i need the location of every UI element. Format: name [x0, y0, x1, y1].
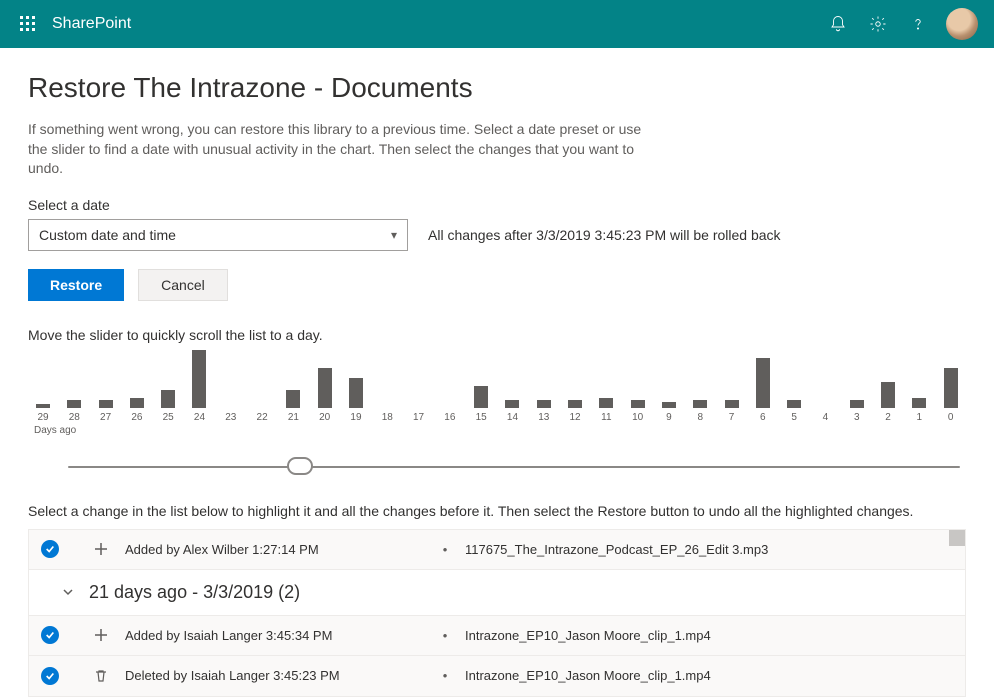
- chart-bar: 13: [535, 400, 553, 423]
- list-item[interactable]: Deleted by Isaiah Langer 3:45:23 PM • In…: [29, 656, 965, 696]
- day-slider[interactable]: [68, 457, 960, 477]
- page-description: If something went wrong, you can restore…: [28, 120, 648, 179]
- chart-bar: 23: [222, 408, 240, 423]
- chart-bar: 0: [942, 368, 960, 423]
- chart-bar: 4: [816, 408, 834, 423]
- chevron-down-icon: ▾: [391, 228, 397, 242]
- rollback-message: All changes after 3/3/2019 3:45:23 PM wi…: [428, 227, 781, 243]
- group-title: 21 days ago - 3/3/2019 (2): [89, 582, 965, 603]
- brand-label: SharePoint: [52, 15, 131, 33]
- chart-bar: 28: [65, 400, 83, 423]
- chart-bar: 18: [378, 408, 396, 423]
- help-icon[interactable]: [898, 4, 938, 44]
- chart-bar: 21: [284, 390, 302, 423]
- chart-bar: 20: [316, 368, 334, 423]
- row-action-text: Deleted by Isaiah Langer 3:45:23 PM: [125, 668, 425, 683]
- bullet-icon: •: [425, 542, 465, 557]
- chart-bar: 7: [723, 400, 741, 423]
- chart-bar: 10: [629, 400, 647, 423]
- restore-button[interactable]: Restore: [28, 269, 124, 301]
- settings-icon[interactable]: [858, 4, 898, 44]
- chart-bar: 2: [879, 382, 897, 423]
- chart-bar: 8: [691, 400, 709, 423]
- delete-icon: [77, 669, 125, 683]
- bullet-icon: •: [425, 668, 465, 683]
- change-list: Added by Alex Wilber 1:27:14 PM • 117675…: [28, 529, 966, 697]
- chart-bar: 9: [660, 402, 678, 423]
- app-launcher-icon[interactable]: [8, 4, 48, 44]
- chart-bar: 29: [34, 404, 52, 423]
- top-bar: SharePoint: [0, 0, 994, 48]
- chart-x-axis-label: Days ago: [28, 425, 966, 436]
- chart-bar: 16: [441, 408, 459, 423]
- list-group-header[interactable]: 21 days ago - 3/3/2019 (2): [29, 570, 965, 616]
- chart-bar: 14: [503, 400, 521, 423]
- page-content: Restore The Intrazone - Documents If som…: [0, 48, 994, 697]
- chart-bar: 15: [472, 386, 490, 423]
- chart-bar: 22: [253, 408, 271, 423]
- chart-bar: 19: [347, 378, 365, 423]
- row-checkbox[interactable]: [41, 540, 59, 558]
- slider-thumb[interactable]: [287, 457, 313, 475]
- page-title: Restore The Intrazone - Documents: [28, 72, 966, 104]
- row-checkbox[interactable]: [41, 626, 59, 644]
- add-icon: [77, 542, 125, 556]
- slider-line: [68, 466, 960, 468]
- row-file-name: Intrazone_EP10_Jason Moore_clip_1.mp4: [465, 628, 965, 643]
- chart-bar: 24: [190, 350, 208, 423]
- row-file-name: 117675_The_Intrazone_Podcast_EP_26_Edit …: [465, 542, 965, 557]
- activity-chart: 2928272625242322212019181716151413121110…: [28, 353, 966, 443]
- cancel-button[interactable]: Cancel: [138, 269, 228, 301]
- list-item[interactable]: Added by Alex Wilber 1:27:14 PM • 117675…: [29, 530, 965, 570]
- chart-bar: 17: [410, 408, 428, 423]
- chart-bar: 3: [848, 400, 866, 423]
- chart-bar: 27: [97, 400, 115, 423]
- row-file-name: Intrazone_EP10_Jason Moore_clip_1.mp4: [465, 668, 965, 683]
- chart-bar: 6: [754, 358, 772, 423]
- chart-bar: 26: [128, 398, 146, 423]
- add-icon: [77, 628, 125, 642]
- change-list-instruction: Select a change in the list below to hig…: [28, 503, 966, 519]
- select-date-label: Select a date: [28, 197, 966, 213]
- notifications-icon[interactable]: [818, 4, 858, 44]
- list-item[interactable]: Added by Isaiah Langer 3:45:34 PM • Intr…: [29, 616, 965, 656]
- bullet-icon: •: [425, 628, 465, 643]
- row-checkbox[interactable]: [41, 667, 59, 685]
- scrollbar-up-icon[interactable]: [949, 530, 965, 546]
- chevron-down-icon: [29, 585, 89, 599]
- user-avatar[interactable]: [946, 8, 978, 40]
- chart-bar: 5: [785, 400, 803, 423]
- dropdown-value: Custom date and time: [39, 227, 176, 243]
- chart-bar: 11: [597, 398, 615, 423]
- chart-bar: 12: [566, 400, 584, 423]
- date-preset-dropdown[interactable]: Custom date and time ▾: [28, 219, 408, 251]
- slider-instruction: Move the slider to quickly scroll the li…: [28, 327, 966, 343]
- row-action-text: Added by Alex Wilber 1:27:14 PM: [125, 542, 425, 557]
- chart-bar: 1: [910, 398, 928, 423]
- chart-bar: 25: [159, 390, 177, 423]
- row-action-text: Added by Isaiah Langer 3:45:34 PM: [125, 628, 425, 643]
